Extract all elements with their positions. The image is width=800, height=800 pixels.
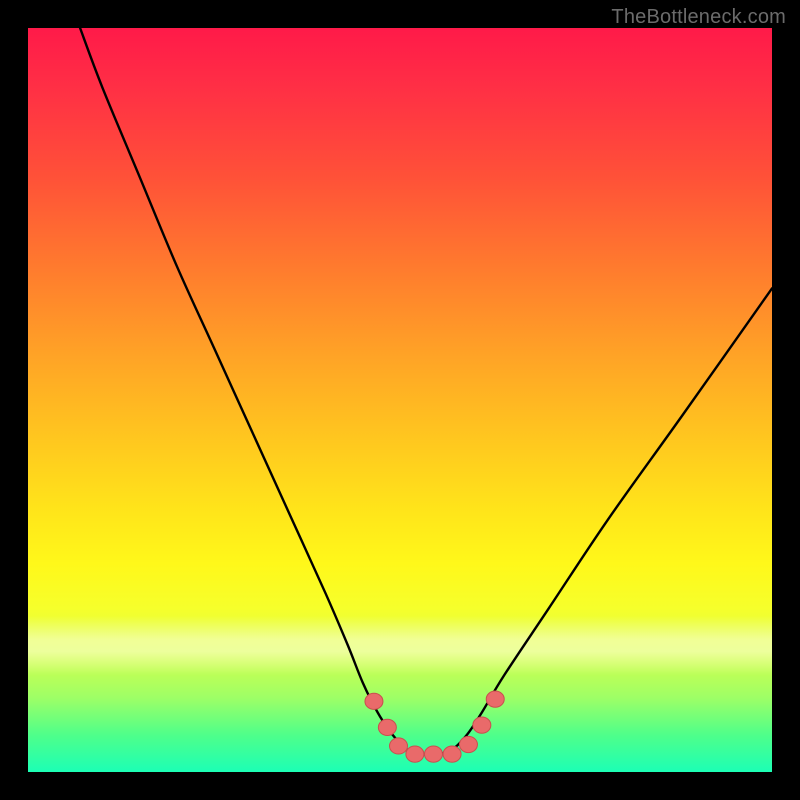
watermark-text: TheBottleneck.com [611,6,786,29]
plot-area [28,28,772,772]
curve-marker [378,719,396,735]
curve-marker [486,691,504,707]
curve-marker [473,717,491,733]
bottleneck-curve [80,28,772,755]
curve-marker [365,693,383,709]
curve-marker [390,738,408,754]
outer-frame: TheBottleneck.com [0,0,800,800]
curve-layer [28,28,772,772]
curve-marker [424,746,442,762]
curve-marker [459,736,477,752]
curve-marker [406,746,424,762]
curve-marker [443,746,461,762]
curve-markers [365,691,504,762]
